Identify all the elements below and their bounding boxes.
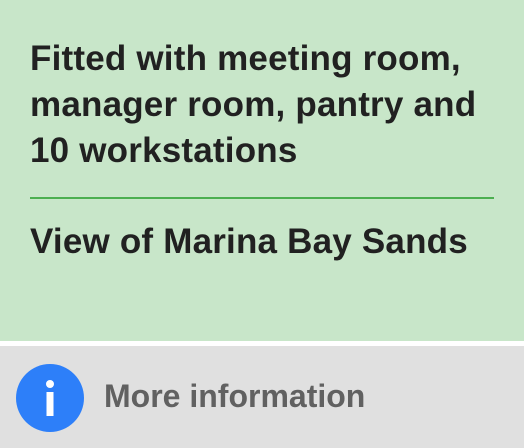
- divider: [30, 197, 494, 199]
- info-icon: [16, 364, 84, 432]
- more-information-label: More information: [104, 378, 366, 414]
- more-information-button[interactable]: More information: [0, 346, 524, 448]
- features-card: Fitted with meeting room, manager room, …: [0, 0, 524, 341]
- feature-description: Fitted with meeting room, manager room, …: [30, 39, 477, 170]
- view-description: View of Marina Bay Sands: [30, 222, 468, 261]
